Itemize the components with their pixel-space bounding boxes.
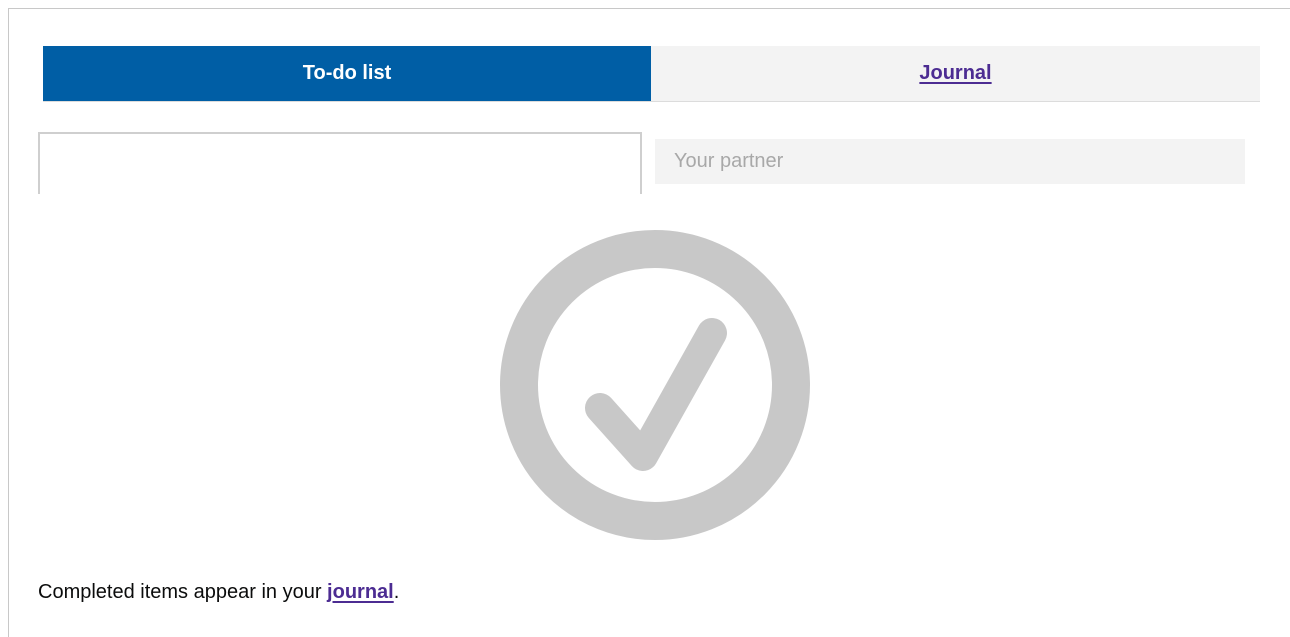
journal-link[interactable]: journal xyxy=(327,581,394,603)
checkmark-circle-svg xyxy=(500,230,810,540)
empty-state-message-suffix: . xyxy=(393,581,400,603)
tab-to-do-list[interactable]: To-do list xyxy=(43,46,651,101)
tab-to-do-list-label: To-do list xyxy=(302,62,392,84)
tab-journal[interactable]: Journal xyxy=(651,46,1260,101)
partner-tab-label: Your partner xyxy=(674,150,784,172)
tab-bar: To-do list Journal xyxy=(43,46,1260,102)
todo-list-panel xyxy=(38,132,642,194)
tab-journal-label[interactable]: Journal xyxy=(919,62,991,85)
checkmark-circle-icon xyxy=(500,230,810,540)
empty-state-message-prefix: Completed items appear in your xyxy=(38,581,328,603)
partner-tab[interactable]: Your partner xyxy=(655,139,1245,184)
empty-state-message: Completed items appear in your journal. xyxy=(38,581,399,604)
